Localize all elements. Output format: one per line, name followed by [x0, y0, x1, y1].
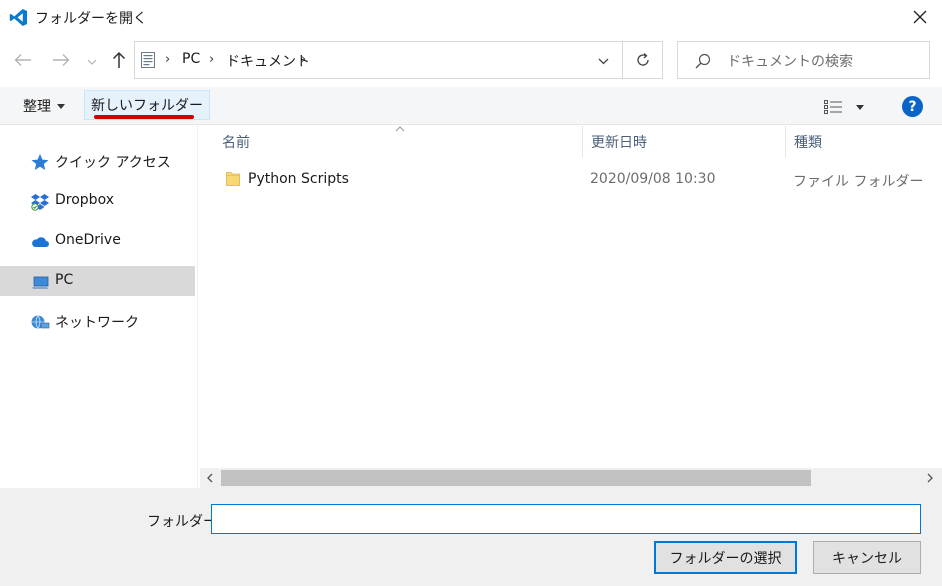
caret-down-icon [856, 104, 864, 110]
recent-locations-button[interactable] [84, 49, 100, 75]
network-icon [31, 315, 50, 329]
toolbar: 整理 新しいフォルダー ? [0, 87, 942, 125]
file-modified: 2020/09/08 10:30 [590, 171, 716, 187]
breadcrumb-pc[interactable]: PC [182, 51, 200, 67]
file-type: ファイル フォルダー [793, 174, 924, 190]
cloud-icon [32, 237, 49, 247]
file-list: 名前 更新日時 種類 Python Scripts 2020/09/08 10:… [200, 126, 942, 488]
sidebar-item-label: PC [55, 272, 74, 288]
cancel-label: キャンセル [832, 550, 902, 567]
scroll-left-button[interactable] [204, 471, 216, 485]
column-header-type[interactable]: 種類 [794, 132, 822, 164]
refresh-button[interactable] [623, 41, 663, 79]
chevron-down-icon [87, 59, 97, 65]
column-header-name[interactable]: 名前 [222, 132, 250, 164]
chevron-down-icon [598, 58, 608, 64]
window-title: フォルダーを開く [35, 11, 147, 27]
star-icon [31, 154, 49, 170]
search-box[interactable]: ドキュメントの検索 [677, 41, 930, 79]
breadcrumb-separator[interactable]: › [301, 52, 306, 67]
help-button[interactable]: ? [902, 96, 923, 117]
sort-ascending-icon [395, 126, 405, 132]
chevron-left-icon [207, 473, 213, 483]
footer-panel: フォルダー: フォルダーの選択 キャンセル [0, 488, 942, 586]
search-icon [695, 53, 711, 69]
arrow-left-icon [14, 54, 31, 66]
select-folder-button[interactable]: フォルダーの選択 [654, 541, 797, 574]
scrollbar-thumb[interactable] [221, 470, 811, 486]
close-icon [913, 10, 927, 24]
up-button[interactable] [106, 47, 132, 73]
file-name: Python Scripts [248, 171, 349, 187]
arrow-right-icon [53, 54, 70, 66]
sidebar-item-network[interactable]: ネットワーク [0, 306, 195, 336]
refresh-icon [636, 53, 649, 66]
close-button[interactable] [904, 4, 936, 30]
column-divider[interactable] [785, 126, 786, 158]
organize-button[interactable]: 整理 [15, 91, 73, 121]
folder-name-field[interactable] [211, 504, 921, 534]
sidebar-item-label: OneDrive [55, 232, 121, 248]
open-folder-dialog: フォルダーを開く › PC › ドキュメント › ドキュメントの検索 整理 新し… [0, 0, 942, 586]
sidebar-item-label: ネットワーク [55, 315, 139, 331]
caret-down-icon [57, 103, 65, 109]
file-row[interactable]: Python Scripts 2020/09/08 10:30 ファイル フォル… [220, 167, 940, 193]
title-bar: フォルダーを開く [0, 0, 942, 34]
sidebar-item-pc[interactable]: PC [0, 266, 195, 296]
arrow-up-icon [112, 51, 126, 68]
sidebar-item-label: Dropbox [55, 192, 114, 208]
document-folder-icon [141, 52, 155, 68]
column-header-modified[interactable]: 更新日時 [591, 132, 647, 164]
new-folder-label: 新しいフォルダー [91, 98, 203, 114]
organize-label: 整理 [23, 99, 51, 115]
breadcrumb-separator: › [165, 52, 171, 67]
horizontal-scrollbar[interactable] [200, 468, 942, 488]
search-placeholder: ドキュメントの検索 [727, 54, 853, 70]
annotation-underline [94, 115, 194, 119]
back-button[interactable] [10, 47, 36, 73]
address-history-dropdown[interactable] [593, 52, 613, 70]
breadcrumb-separator[interactable]: › [209, 52, 214, 67]
column-divider[interactable] [582, 126, 583, 158]
cancel-button[interactable]: キャンセル [813, 541, 921, 574]
folder-icon [226, 172, 240, 186]
scroll-right-button[interactable] [924, 471, 936, 485]
change-view-button[interactable] [824, 96, 870, 118]
vscode-icon [9, 8, 28, 27]
sidebar-item-onedrive[interactable]: OneDrive [0, 226, 195, 256]
computer-icon [32, 276, 49, 289]
address-bar[interactable]: › PC › ドキュメント › [134, 41, 623, 79]
breadcrumb-documents[interactable]: ドキュメント [226, 51, 310, 71]
sidebar-item-quick-access[interactable]: クイック アクセス [0, 146, 195, 176]
forward-button[interactable] [48, 47, 74, 73]
details-view-icon [824, 100, 842, 114]
navigation-pane: クイック アクセス Dropbox OneDrive PC ネットワーク [0, 126, 198, 488]
dropbox-icon [31, 194, 49, 211]
sidebar-item-dropbox[interactable]: Dropbox [0, 186, 195, 216]
chevron-right-icon [927, 473, 933, 483]
sidebar-item-label: クイック アクセス [55, 155, 171, 171]
select-folder-label: フォルダーの選択 [669, 550, 782, 567]
